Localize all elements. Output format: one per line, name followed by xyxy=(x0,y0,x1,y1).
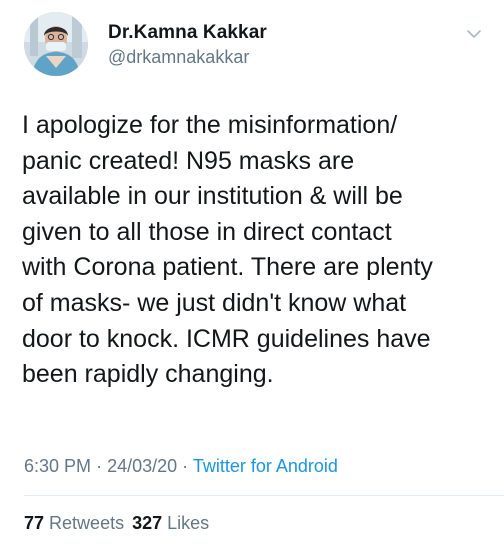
author-display-name[interactable]: Dr.Kamna Kakkar xyxy=(108,22,267,44)
chevron-down-icon[interactable] xyxy=(464,24,484,44)
tweet-stats: 77 Retweets 327 Likes xyxy=(24,511,209,535)
tweet-header: Dr.Kamna Kakkar @drkamnakakkar xyxy=(24,12,484,84)
likes-label: Likes xyxy=(167,513,210,533)
likes-stat[interactable]: 327 Likes xyxy=(132,513,209,533)
retweets-stat[interactable]: 77 Retweets xyxy=(24,513,124,533)
likes-count: 327 xyxy=(132,513,163,533)
tweet-date[interactable]: 24/03/20 xyxy=(107,456,177,476)
retweets-count: 77 xyxy=(24,513,45,533)
tweet-text: I apologize for the misinformation/ pani… xyxy=(22,111,433,389)
divider xyxy=(24,495,504,496)
tweet-card: Dr.Kamna Kakkar @drkamnakakkar I apologi… xyxy=(0,0,504,550)
tweet-source-link[interactable]: Twitter for Android xyxy=(193,456,338,476)
tweet-meta: 6:30 PM · 24/03/20 · Twitter for Android xyxy=(24,454,338,478)
meta-separator: · xyxy=(182,456,189,476)
avatar[interactable] xyxy=(24,12,88,76)
profile-photo xyxy=(24,12,88,76)
retweets-label: Retweets xyxy=(49,513,125,533)
tweet-time[interactable]: 6:30 PM xyxy=(24,456,91,476)
meta-separator: · xyxy=(96,456,103,476)
author-handle[interactable]: @drkamnakakkar xyxy=(108,46,267,68)
author-names: Dr.Kamna Kakkar @drkamnakakkar xyxy=(108,22,267,68)
